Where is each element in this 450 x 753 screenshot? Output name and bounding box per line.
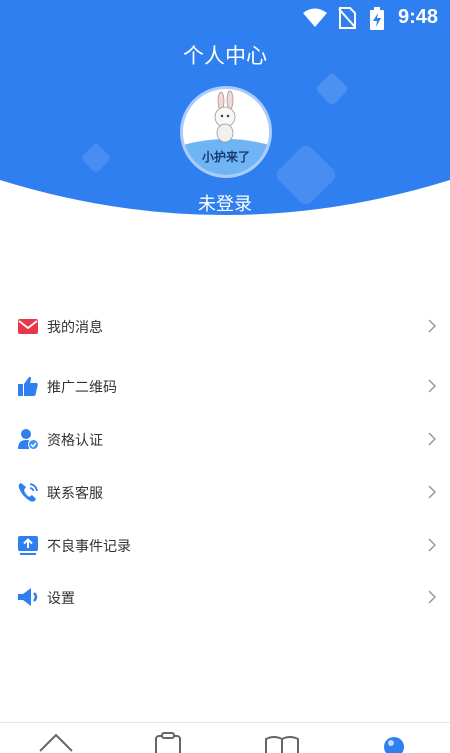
menu-item-label: 我的消息 <box>47 320 103 336</box>
menu-item-label: 设置 <box>47 591 75 607</box>
menu-item-promo-qrcode[interactable]: 推广二维码 <box>0 360 450 412</box>
avatar[interactable]: 小护来了 <box>183 89 269 175</box>
menu-item-adverse-events[interactable]: 不良事件记录 <box>0 519 450 571</box>
home-icon[interactable] <box>38 731 74 753</box>
wifi-icon <box>303 8 327 27</box>
bottom-tab-bar <box>0 722 450 753</box>
menu-item-messages[interactable]: 我的消息 <box>0 300 450 352</box>
chevron-right-icon <box>428 319 436 333</box>
battery-charging-icon <box>370 7 384 30</box>
profile-icon[interactable] <box>376 731 412 753</box>
upload-record-icon <box>18 536 38 555</box>
status-bar: 9:48 <box>0 0 450 36</box>
book-icon[interactable] <box>264 731 300 753</box>
profile-header: 9:48 个人中心 小护来了 未登录 <box>0 0 450 230</box>
svg-text:小护来了: 小护来了 <box>202 149 250 164</box>
login-status[interactable]: 未登录 <box>0 190 450 216</box>
menu-item-settings[interactable]: 设置 <box>0 571 450 623</box>
user-verified-icon <box>18 429 39 450</box>
menu-item-label: 推广二维码 <box>47 380 117 396</box>
thumbs-up-icon <box>18 376 38 396</box>
avatar-logo-icon: 小护来了 <box>183 89 269 175</box>
chevron-right-icon <box>428 590 436 604</box>
chevron-right-icon <box>428 485 436 499</box>
chevron-right-icon <box>428 379 436 393</box>
menu-item-qualification[interactable]: 资格认证 <box>0 413 450 465</box>
clipboard-icon[interactable] <box>150 731 186 753</box>
menu-item-label: 不良事件记录 <box>47 539 131 555</box>
phone-icon <box>18 483 38 502</box>
speaker-icon <box>18 588 38 606</box>
page-title: 个人中心 <box>183 44 267 68</box>
chevron-right-icon <box>428 538 436 552</box>
mail-icon <box>18 319 38 334</box>
menu-item-label: 联系客服 <box>47 486 103 502</box>
menu-item-label: 资格认证 <box>47 433 103 449</box>
chevron-right-icon <box>428 432 436 446</box>
status-time: 9:48 <box>397 6 438 28</box>
menu-item-customer-service[interactable]: 联系客服 <box>0 466 450 518</box>
no-sim-icon <box>338 7 356 29</box>
